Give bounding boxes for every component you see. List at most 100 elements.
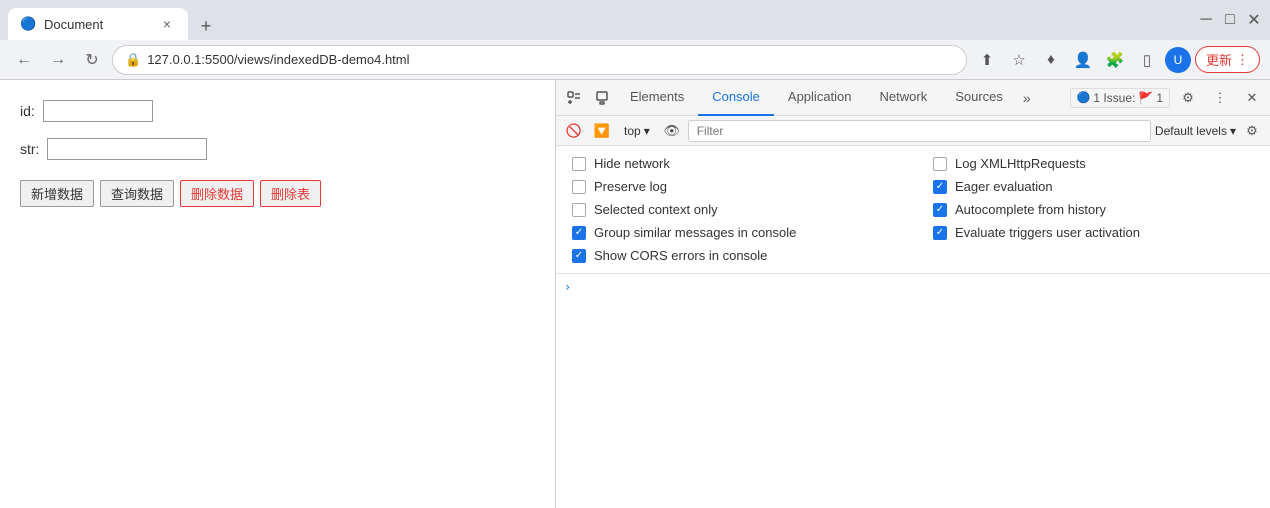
group-similar-label: Group similar messages in console [594, 225, 796, 240]
eager-eval-checkbox[interactable]: ✓ [933, 180, 947, 194]
update-button[interactable]: 更新 ⋮ [1195, 46, 1260, 73]
preserve-log-item: Preserve log [572, 179, 893, 194]
selected-context-checkbox[interactable] [572, 203, 586, 217]
str-input[interactable] [47, 138, 207, 160]
context-label: top [624, 124, 641, 138]
lock-icon: 🔒 [125, 52, 141, 68]
preserve-log-checkbox[interactable] [572, 180, 586, 194]
title-bar: 🔵 Document × + ─ □ ✕ [0, 0, 1270, 40]
devtools-inspect-icon[interactable] [560, 84, 588, 112]
window-close-button[interactable]: ✕ [1246, 12, 1262, 28]
user-avatar[interactable]: U [1165, 47, 1191, 73]
console-dropdown-panel: Hide network Preserve log Selected conte… [556, 146, 1270, 274]
group-similar-checkbox[interactable]: ✓ [572, 226, 586, 240]
console-prompt-row: › [564, 280, 1262, 294]
console-chevron-icon[interactable]: › [564, 280, 571, 294]
preserve-log-label: Preserve log [594, 179, 667, 194]
context-selector[interactable]: top ▾ [618, 122, 656, 140]
tab-favicon-icon: 🔵 [20, 16, 36, 32]
delete-table-button[interactable]: 删除表 [260, 180, 321, 207]
browser-window: 🔵 Document × + ─ □ ✕ ← → ↻ 🔒 127.0.0.1:5… [0, 0, 1270, 508]
tab-console[interactable]: Console [698, 80, 774, 116]
context-dropdown-icon: ▾ [644, 124, 650, 138]
tab-elements[interactable]: Elements [616, 80, 698, 116]
eye-button[interactable]: 👁 [660, 119, 684, 143]
add-data-button[interactable]: 新增数据 [20, 180, 94, 207]
tab-application[interactable]: Application [774, 80, 866, 116]
issues-flag-icon: 🚩 [1138, 91, 1153, 105]
autocomplete-checkbox[interactable]: ✓ [933, 203, 947, 217]
forward-button[interactable]: → [44, 46, 72, 74]
devtools-right-controls: 🔵 1 Issue: 🚩 1 ⚙ ⋮ ✕ [1070, 84, 1266, 112]
new-tab-button[interactable]: + [192, 12, 220, 40]
devtools-more-icon[interactable]: ⋮ [1206, 84, 1234, 112]
tab-sources[interactable]: Sources [941, 80, 1017, 116]
delete-data-button[interactable]: 删除数据 [180, 180, 254, 207]
nav-right-controls: ⬆ ☆ ♦ 👤 🧩 ▯ U 更新 ⋮ [973, 46, 1260, 74]
filter-input[interactable] [688, 120, 1151, 142]
share-button[interactable]: ⬆ [973, 46, 1001, 74]
hide-network-item: Hide network [572, 156, 893, 171]
update-more-icon: ⋮ [1236, 52, 1249, 68]
page-content: id: str: 新增数据 查询数据 删除数据 删除表 [0, 80, 555, 508]
query-data-button[interactable]: 查询数据 [100, 180, 174, 207]
id-input[interactable] [43, 100, 153, 122]
wallet-icon: ♦ [1037, 46, 1065, 74]
eager-eval-item: ✓ Eager evaluation [933, 179, 1254, 194]
eval-triggers-label: Evaluate triggers user activation [955, 225, 1140, 240]
tab-strip: 🔵 Document × + [8, 0, 1192, 40]
window-minimize-button[interactable]: ─ [1198, 12, 1214, 28]
id-row: id: [20, 100, 535, 122]
eval-triggers-checkbox[interactable]: ✓ [933, 226, 947, 240]
more-tabs-button[interactable]: » [1017, 90, 1037, 106]
group-similar-item: ✓ Group similar messages in console [572, 225, 893, 240]
issue-icon: 🔵 [1077, 91, 1091, 104]
show-cors-checkbox[interactable]: ✓ [572, 249, 586, 263]
window-controls: ─ □ ✕ [1198, 12, 1262, 28]
autocomplete-label: Autocomplete from history [955, 202, 1106, 217]
show-cors-item: ✓ Show CORS errors in console [572, 248, 893, 263]
clear-console-button[interactable]: 🚫 [562, 119, 586, 143]
hide-network-checkbox[interactable] [572, 157, 586, 171]
back-button[interactable]: ← [10, 46, 38, 74]
str-row: str: [20, 138, 535, 160]
console-settings-icon[interactable]: ⚙ [1240, 119, 1264, 143]
selected-context-label: Selected context only [594, 202, 718, 217]
issues-count: 1 [1156, 91, 1163, 105]
log-xmlhttp-checkbox[interactable] [933, 157, 947, 171]
bookmark-button[interactable]: ☆ [1005, 46, 1033, 74]
eval-triggers-item: ✓ Evaluate triggers user activation [933, 225, 1254, 240]
button-row: 新增数据 查询数据 删除数据 删除表 [20, 180, 535, 207]
issues-label: 1 Issue: [1093, 91, 1135, 105]
tab-network[interactable]: Network [866, 80, 942, 116]
extensions-button[interactable]: 🧩 [1101, 46, 1129, 74]
hide-network-label: Hide network [594, 156, 670, 171]
devtools-close-icon[interactable]: ✕ [1238, 84, 1266, 112]
devtools-device-icon[interactable] [588, 84, 616, 112]
str-label: str: [20, 141, 39, 157]
tab-title: Document [44, 17, 103, 32]
profile-icon[interactable]: 👤 [1069, 46, 1097, 74]
autocomplete-item: ✓ Autocomplete from history [933, 202, 1254, 217]
tab-close-button[interactable]: × [158, 15, 176, 33]
main-area: id: str: 新增数据 查询数据 删除数据 删除表 [0, 80, 1270, 508]
filter-toggle-button[interactable]: 🔽 [590, 119, 614, 143]
default-levels-selector[interactable]: Default levels ▾ [1155, 124, 1236, 138]
console-toolbar: 🚫 🔽 top ▾ 👁 Default levels ▾ ⚙ [556, 116, 1270, 146]
nav-bar: ← → ↻ 🔒 127.0.0.1:5500/views/indexedDB-d… [0, 40, 1270, 80]
active-tab[interactable]: 🔵 Document × [8, 8, 188, 40]
eager-eval-label: Eager evaluation [955, 179, 1053, 194]
address-bar[interactable]: 🔒 127.0.0.1:5500/views/indexedDB-demo4.h… [112, 45, 967, 75]
log-xmlhttp-item: Log XMLHttpRequests [933, 156, 1254, 171]
reload-button[interactable]: ↻ [78, 46, 106, 74]
id-label: id: [20, 103, 35, 119]
selected-context-item: Selected context only [572, 202, 893, 217]
devtools-settings-icon[interactable]: ⚙ [1174, 84, 1202, 112]
default-levels-icon: ▾ [1230, 124, 1236, 138]
devtools-panel: Elements Console Application Network Sou… [555, 80, 1270, 508]
log-xmlhttp-label: Log XMLHttpRequests [955, 156, 1086, 171]
show-cors-label: Show CORS errors in console [594, 248, 767, 263]
issues-badge[interactable]: 🔵 1 Issue: 🚩 1 [1070, 88, 1170, 108]
sidebar-button[interactable]: ▯ [1133, 46, 1161, 74]
window-maximize-button[interactable]: □ [1222, 12, 1238, 28]
